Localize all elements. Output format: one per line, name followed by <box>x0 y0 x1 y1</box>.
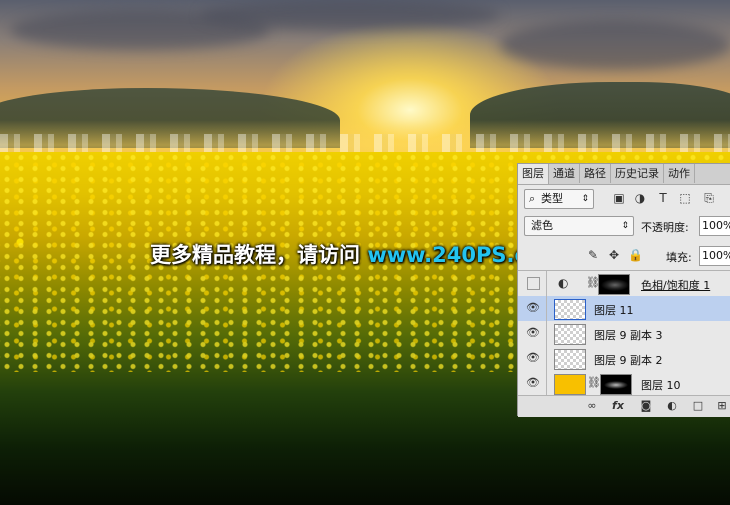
layer-row-11[interactable]: 👁 图层 11 <box>518 296 730 322</box>
cloud <box>200 0 500 30</box>
blend-mode-value: 滤色 <box>531 219 553 232</box>
tab-paths[interactable]: 路径 <box>580 164 611 183</box>
layer-thumbnail[interactable] <box>554 374 586 395</box>
layer-row-10[interactable]: 👁 ⛓ 图层 10 <box>518 371 730 397</box>
tab-history[interactable]: 历史记录 <box>611 164 664 183</box>
tab-channels[interactable]: 通道 <box>549 164 580 183</box>
divider <box>546 271 547 296</box>
divider <box>546 296 547 321</box>
updown-arrow-icon: ⇕ <box>581 194 589 204</box>
layer-row-9-copy-2[interactable]: 👁 图层 9 副本 2 <box>518 346 730 372</box>
eye-icon[interactable]: 👁 <box>526 377 540 389</box>
eye-icon[interactable]: 👁 <box>526 352 540 364</box>
divider <box>546 371 547 396</box>
smart-object-thumbnail[interactable] <box>554 299 586 320</box>
panel-bottom-bar: ∞ fx ◙ ◐ □ ⊞ <box>518 395 730 417</box>
layer-name[interactable]: 图层 11 <box>594 302 634 318</box>
smart-object-filter-icon[interactable]: ⎘ <box>702 191 716 205</box>
layers-panel: 图层 通道 路径 历史记录 动作 ⌕ 类型 ⇕ ▣ ◑ T ⬚ ⎘ 滤色 ⇕ 不… <box>517 163 730 417</box>
layer-thumbnail[interactable] <box>554 324 586 345</box>
updown-arrow-icon: ⇕ <box>621 221 629 231</box>
panel-tabs: 图层 通道 路径 历史记录 动作 <box>518 164 730 185</box>
blend-row: 滤色 ⇕ 不透明度: 100% <box>518 214 730 238</box>
lock-row: ✎ ✥ 🔒 填充: 100% <box>518 240 730 271</box>
cloud <box>500 20 730 70</box>
eye-icon[interactable]: 👁 <box>526 302 540 314</box>
opacity-label: 不透明度: <box>641 221 689 234</box>
image-filter-icon[interactable]: ▣ <box>612 191 626 205</box>
new-group-folder-icon[interactable]: □ <box>690 399 706 413</box>
link-layers-icon[interactable]: ∞ <box>584 399 600 413</box>
divider <box>546 321 547 346</box>
move-lock-icon[interactable]: ✥ <box>607 248 621 262</box>
watermark: 更多精品教程，请访问 www.240PS.com <box>150 239 563 269</box>
layer-name[interactable]: 图层 9 副本 2 <box>594 352 663 368</box>
shape-filter-icon[interactable]: ⬚ <box>678 191 692 205</box>
layer-thumbnail[interactable] <box>554 349 586 370</box>
new-layer-icon[interactable]: ⊞ <box>714 399 730 413</box>
fill-label: 填充: <box>666 251 692 264</box>
tab-layers[interactable]: 图层 <box>518 164 549 184</box>
layer-name[interactable]: 图层 10 <box>641 377 681 393</box>
text-filter-icon[interactable]: T <box>656 191 670 205</box>
lock-all-icon[interactable]: 🔒 <box>628 248 643 262</box>
brush-lock-icon[interactable]: ✎ <box>586 248 600 262</box>
new-adjustment-icon[interactable]: ◐ <box>664 399 680 413</box>
layer-mask-thumbnail[interactable] <box>600 374 632 395</box>
search-icon: ⌕ <box>529 192 536 205</box>
opacity-input[interactable]: 100% <box>699 216 730 236</box>
layer-row-9-copy-3[interactable]: 👁 图层 9 副本 3 <box>518 321 730 347</box>
layer-name[interactable]: 色相/饱和度 1 <box>641 277 710 293</box>
layer-mask-thumbnail[interactable] <box>598 274 630 295</box>
kind-filter-select[interactable]: ⌕ 类型 ⇕ <box>524 189 594 209</box>
village-houses <box>0 134 730 154</box>
visibility-toggle-off[interactable] <box>527 277 540 290</box>
add-mask-icon[interactable]: ◙ <box>638 399 654 413</box>
divider <box>546 346 547 371</box>
link-icon: ⛓ <box>587 376 601 389</box>
fill-input[interactable]: 100% <box>699 246 730 266</box>
kind-label: 类型 <box>541 192 563 205</box>
layer-row-hue-saturation[interactable]: ◐ ⛓ 色相/饱和度 1 <box>518 271 730 297</box>
layer-list: ◐ ⛓ 色相/饱和度 1 👁 图层 11 👁 图层 9 副本 3 👁 图层 9 … <box>518 271 730 397</box>
eye-icon[interactable]: 👁 <box>526 327 540 339</box>
adjustment-layer-icon: ◐ <box>558 276 569 290</box>
blend-mode-select[interactable]: 滤色 ⇕ <box>524 216 634 236</box>
layer-name[interactable]: 图层 9 副本 3 <box>594 327 663 343</box>
fx-icon[interactable]: fx <box>610 399 626 413</box>
watermark-text: 更多精品教程，请访问 <box>150 243 368 267</box>
adjustment-filter-icon[interactable]: ◑ <box>633 191 647 205</box>
tab-actions[interactable]: 动作 <box>664 164 695 183</box>
filter-row: ⌕ 类型 ⇕ ▣ ◑ T ⬚ ⎘ <box>518 186 730 212</box>
